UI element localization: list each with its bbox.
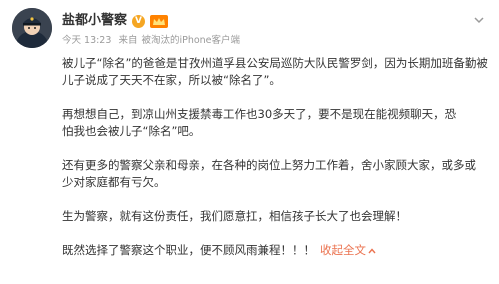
chevron-down-icon[interactable] <box>473 14 485 26</box>
post-meta: 今天 13:23 来自 被淘汰的iPhone客户端 <box>62 34 244 48</box>
user-avatar[interactable] <box>12 8 52 48</box>
paragraph-4-line-1: 生为警察，就有这份责任，我们愿意扛，相信孩子长大了也会理解！ <box>62 209 407 223</box>
paragraph-5: 既然选择了警察这个职业，便不顾风雨兼程！！！ 收起全文 <box>62 242 494 259</box>
post-time[interactable]: 今天 13:23 <box>62 35 111 46</box>
crown-member-icon <box>150 14 169 28</box>
paragraph-3-line-1: 还有更多的警察父亲和母亲，在各种的岗位上努力工作着，舍小家顾大家，或多或 <box>62 158 476 172</box>
paragraph-1-line-1: 被儿子“除名”的爸爸是甘孜州道孚县公安局巡防大队民警罗剑，因为长期加班备勤被 <box>62 56 488 70</box>
paragraph-5-text: 既然选择了警察这个职业，便不顾风雨兼程！！！ <box>62 243 315 257</box>
post-body: 被儿子“除名”的爸爸是甘孜州道孚县公安局巡防大队民警罗剑，因为长期加班备勤被 儿… <box>62 55 494 259</box>
paragraph-2-line-2: 怕我也会被儿子“除名”吧。 <box>62 124 201 138</box>
post-header: 盐都小警察 V <box>62 12 169 30</box>
chevron-up-icon <box>368 247 376 255</box>
source-prefix: 来自 <box>118 35 138 46</box>
avatar-image <box>12 8 52 48</box>
post-source[interactable]: 被淘汰的iPhone客户端 <box>141 35 240 46</box>
collapse-label: 收起全文 <box>320 243 366 257</box>
collapse-text-link[interactable]: 收起全文 <box>320 243 376 257</box>
verified-v-icon: V <box>132 14 146 28</box>
paragraph-1-line-2: 儿子说成了天天不在家，所以被“除名了”。 <box>62 73 281 87</box>
weibo-post: 盐都小警察 V 今天 13:23 来自 被淘汰的iPhone客户端 被儿子“除名”… <box>0 0 499 284</box>
paragraph-3-line-2: 少对家庭都有亏欠。 <box>62 175 166 189</box>
paragraph-2-line-1: 再想想自己，到凉山州支援禁毒工作也30多天了，要不是现在能视频聊天，恐 <box>62 107 457 121</box>
username-link[interactable]: 盐都小警察 <box>62 12 127 30</box>
